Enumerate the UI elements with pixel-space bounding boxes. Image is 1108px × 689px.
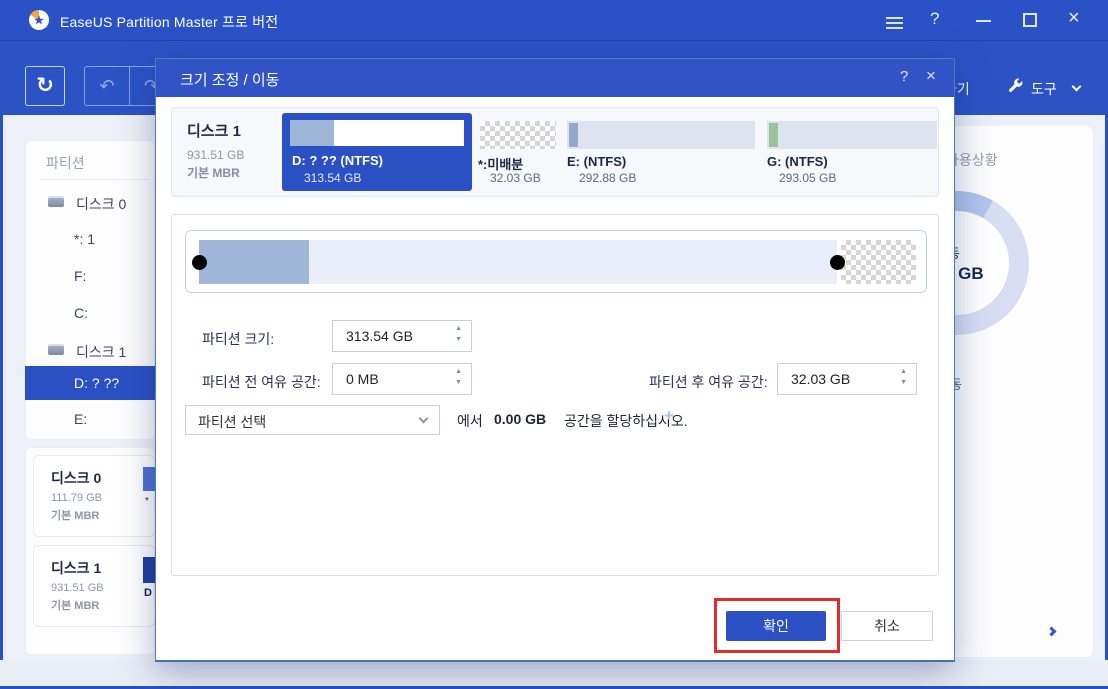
- partition-size: 313.54 GB: [304, 171, 361, 185]
- disk-card-scheme: 기본 MBR: [51, 597, 99, 613]
- space-after-input[interactable]: 32.03 GB ▲▼: [777, 363, 917, 395]
- spinner-arrows-icon[interactable]: ▲▼: [455, 368, 462, 390]
- sidebar-item-vol-d-selected[interactable]: D: ? ??: [25, 366, 155, 400]
- partition-accent: [769, 123, 778, 147]
- app-logo: ★: [28, 9, 50, 31]
- sidebar-item-disk1[interactable]: 디스크 1: [25, 334, 155, 366]
- undo-button[interactable]: ↶: [85, 67, 129, 105]
- dialog-help-icon[interactable]: ?: [900, 68, 908, 85]
- disk-card-disk0[interactable]: 디스크 0 111.79 GB 기본 MBR *: [33, 455, 155, 537]
- annotation-highlight-rect: [714, 598, 840, 653]
- disk-card-disk1[interactable]: 디스크 1 931.51 GB 기본 MBR D: [33, 545, 155, 627]
- app-window: ★ EaseUS Partition Master 프로 버전 ? × ↻ ↶ …: [0, 0, 1108, 689]
- refresh-button[interactable]: ↻: [25, 66, 65, 106]
- resize-slider: [185, 230, 927, 293]
- spinner-arrows-icon[interactable]: ▲▼: [900, 368, 907, 390]
- space-after-label: 파티션 후 여유 공간:: [649, 372, 768, 392]
- minimize-button[interactable]: [976, 20, 991, 22]
- disk-strip: 디스크 1 931.51 GB 기본 MBR D: ? ?? (NTFS) 31…: [171, 107, 939, 197]
- partition-accent: [569, 123, 578, 147]
- disk-card-size: 111.79 GB: [51, 492, 102, 504]
- disk-card-title: 디스크 0: [51, 468, 101, 488]
- dialog-title: 크기 조정 / 이동: [180, 69, 279, 90]
- disk-card-size: 931.51 GB: [51, 582, 104, 594]
- slider-unallocated-segment: [841, 240, 916, 284]
- sidebar-header: 파티션: [46, 153, 85, 173]
- sidebar-item-vol-star1[interactable]: *: 1: [25, 223, 155, 255]
- wrench-icon: [1006, 77, 1024, 95]
- slider-free-segment: [309, 240, 837, 284]
- slider-track: [193, 240, 921, 284]
- resize-move-dialog: 크기 조정 / 이동 ? × 디스크 1 931.51 GB 기본 MBR D:…: [155, 58, 955, 662]
- partition-preview-label: *: [145, 496, 149, 507]
- chevron-down-icon: [419, 414, 429, 424]
- sidebar-item-disk0[interactable]: 디스크 0: [25, 186, 155, 218]
- divider: [41, 179, 149, 180]
- resize-panel: 파티션 크기: 313.54 GB ▲▼ 파티션 전 여유 공간: 0 MB ▲…: [171, 214, 939, 576]
- chevron-down-icon[interactable]: [1072, 82, 1082, 92]
- strip-disk-scheme: 기본 MBR: [187, 164, 240, 181]
- close-button[interactable]: ×: [1068, 7, 1080, 30]
- partition-label: D: ? ?? (NTFS): [292, 153, 383, 168]
- partition-size-label: 파티션 크기:: [202, 329, 274, 349]
- svg-text:★: ★: [33, 13, 45, 28]
- disk-card-title: 디스크 1: [51, 558, 101, 578]
- cancel-button[interactable]: 취소: [841, 611, 933, 641]
- partition-size-input[interactable]: 313.54 GB ▲▼: [332, 320, 472, 352]
- disk-icon: [48, 344, 64, 355]
- help-icon[interactable]: ?: [930, 9, 939, 29]
- slider-right-handle[interactable]: [830, 255, 845, 270]
- space-before-input[interactable]: 0 MB ▲▼: [332, 363, 472, 395]
- partition-block-g[interactable]: G: (NTFS) 293.05 GB: [767, 113, 939, 193]
- tools-menu[interactable]: 도구: [1031, 79, 1057, 99]
- maximize-button[interactable]: [1023, 13, 1037, 27]
- strip-disk-name: 디스크 1: [187, 120, 241, 141]
- slider-used-segment: [199, 240, 309, 284]
- strip-disk-size: 931.51 GB: [187, 148, 244, 162]
- alloc-amount: 0.00 GB: [494, 411, 546, 427]
- partition-preview-label: D: [144, 587, 152, 599]
- add-allocation-plus-icon[interactable]: +: [664, 406, 674, 426]
- disk-icon: [48, 196, 64, 207]
- partition-block-e[interactable]: E: (NTFS) 292.88 GB: [567, 113, 757, 193]
- title-bar: ★ EaseUS Partition Master 프로 버전 ? ×: [0, 0, 1108, 40]
- disk-card-scheme: 기본 MBR: [51, 507, 99, 523]
- alloc-prefix: 에서: [457, 411, 483, 431]
- partition-block-d[interactable]: D: ? ?? (NTFS) 313.54 GB: [282, 113, 472, 191]
- sidebar-item-vol-c[interactable]: C:: [25, 297, 155, 329]
- partition-block-unallocated[interactable]: *:미배분 32.03 GB: [478, 113, 558, 193]
- partition-select-dropdown[interactable]: 파티션 선택: [185, 405, 440, 435]
- sidebar-item-vol-e[interactable]: E:: [25, 403, 155, 435]
- space-before-label: 파티션 전 여유 공간:: [202, 372, 321, 392]
- menu-icon[interactable]: [886, 14, 903, 32]
- dialog-header: 크기 조정 / 이동 ? ×: [156, 59, 954, 97]
- unallocated-bar: [480, 121, 556, 149]
- window-border: [0, 115, 3, 689]
- slider-left-handle[interactable]: [192, 255, 207, 270]
- sidebar-item-vol-f[interactable]: F:: [25, 260, 155, 292]
- dialog-close-icon[interactable]: ×: [926, 66, 936, 86]
- status-strip: [0, 660, 1108, 686]
- used-space-fill: [290, 120, 334, 146]
- spinner-arrows-icon[interactable]: ▲▼: [455, 325, 462, 347]
- window-title: EaseUS Partition Master 프로 버전: [60, 12, 278, 32]
